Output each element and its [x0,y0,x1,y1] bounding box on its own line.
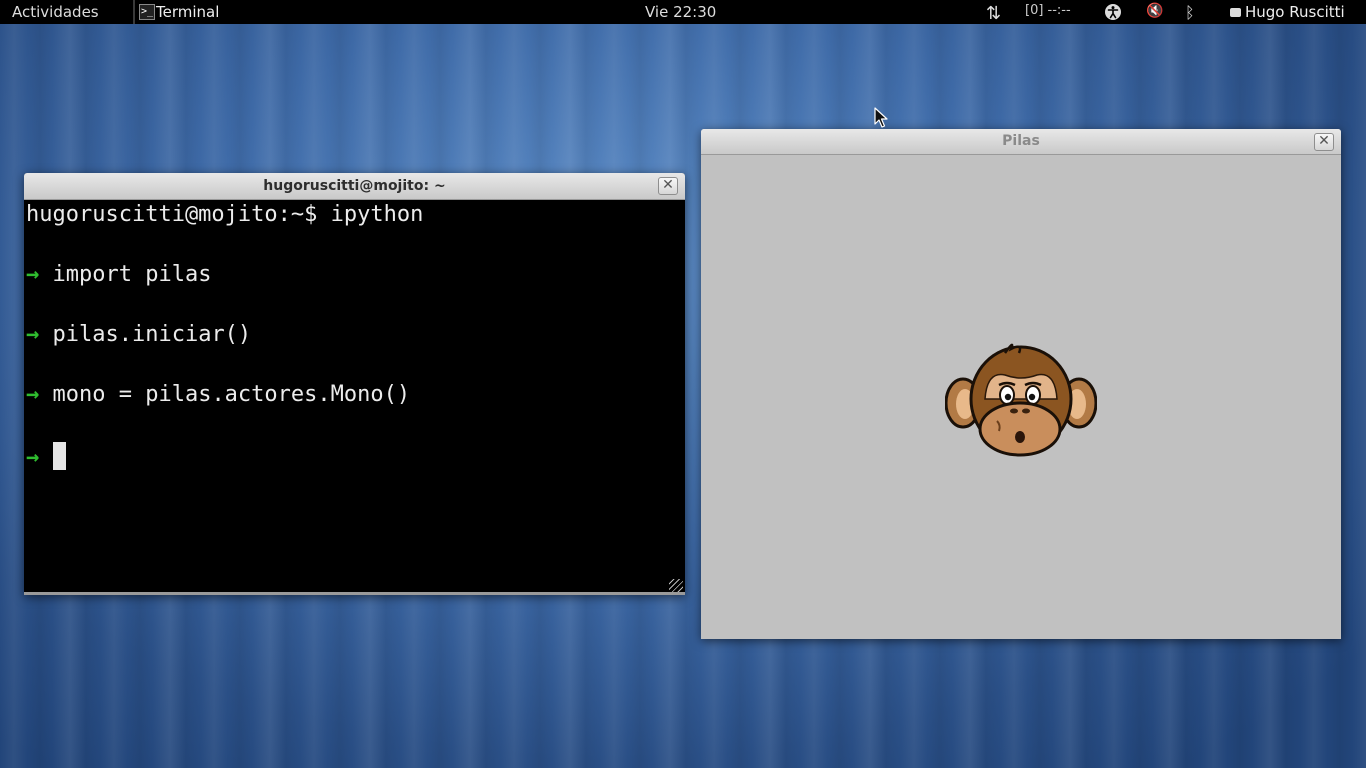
volume-muted-icon[interactable]: 🔇 [1146,3,1163,19]
terminal-line: → mono = pilas.actores.Mono() [26,382,410,407]
prompt-arrow-icon: → [26,445,40,470]
top-panel: Actividades >_ Terminal Vie 22:30 ⇅ [0] … [0,0,1366,24]
close-icon[interactable]: ✕ [658,177,678,195]
terminal-line: → import pilas [26,262,211,287]
terminal-line: → pilas.iniciar() [26,322,251,347]
user-menu[interactable]: Hugo Ruscitti [1230,3,1345,21]
chat-bubble-icon [1230,8,1241,17]
bluetooth-icon[interactable]: ᛒ [1185,3,1195,22]
app-menu-terminal[interactable]: >_ Terminal [133,0,225,24]
terminal-title: hugoruscitti@mojito: ~ [263,178,446,194]
prompt-arrow-icon: → [26,382,40,407]
resize-grip-icon[interactable] [669,579,683,593]
text-cursor [52,442,66,470]
monkey-actor-icon[interactable] [945,341,1097,463]
command-text: import pilas [52,262,212,287]
pilas-titlebar[interactable]: Pilas ✕ [701,129,1341,155]
terminal-bottom-border [24,592,685,595]
user-name: Hugo Ruscitti [1245,3,1345,21]
pilas-window[interactable]: Pilas ✕ [701,129,1341,639]
terminal-line: hugoruscitti@mojito:~$ ipython [26,202,424,227]
app-menu-label: Terminal [156,3,220,21]
terminal-output[interactable]: hugoruscitti@mojito:~$ ipython → import … [24,200,685,595]
close-icon[interactable]: ✕ [1314,133,1334,151]
network-icon[interactable]: ⇅ [986,3,1001,24]
command-text: mono = pilas.actores.Mono() [52,382,411,407]
clock[interactable]: Vie 22:30 [645,3,716,21]
terminal-input-line[interactable]: → [26,442,66,470]
mouse-pointer-icon [874,107,888,128]
terminal-titlebar[interactable]: hugoruscitti@mojito: ~ ✕ [24,173,685,200]
prompt-arrow-icon: → [26,262,40,287]
command-text: pilas.iniciar() [52,322,252,347]
accessibility-icon[interactable] [1104,3,1122,25]
battery-indicator[interactable]: [0] --:-- [1025,3,1071,18]
pilas-canvas[interactable] [701,155,1341,639]
pilas-title: Pilas [1002,133,1040,149]
prompt-arrow-icon: → [26,322,40,347]
activities-button[interactable]: Actividades [12,3,99,21]
terminal-icon: >_ [139,4,155,20]
terminal-window[interactable]: hugoruscitti@mojito: ~ ✕ hugoruscitti@mo… [24,173,685,595]
